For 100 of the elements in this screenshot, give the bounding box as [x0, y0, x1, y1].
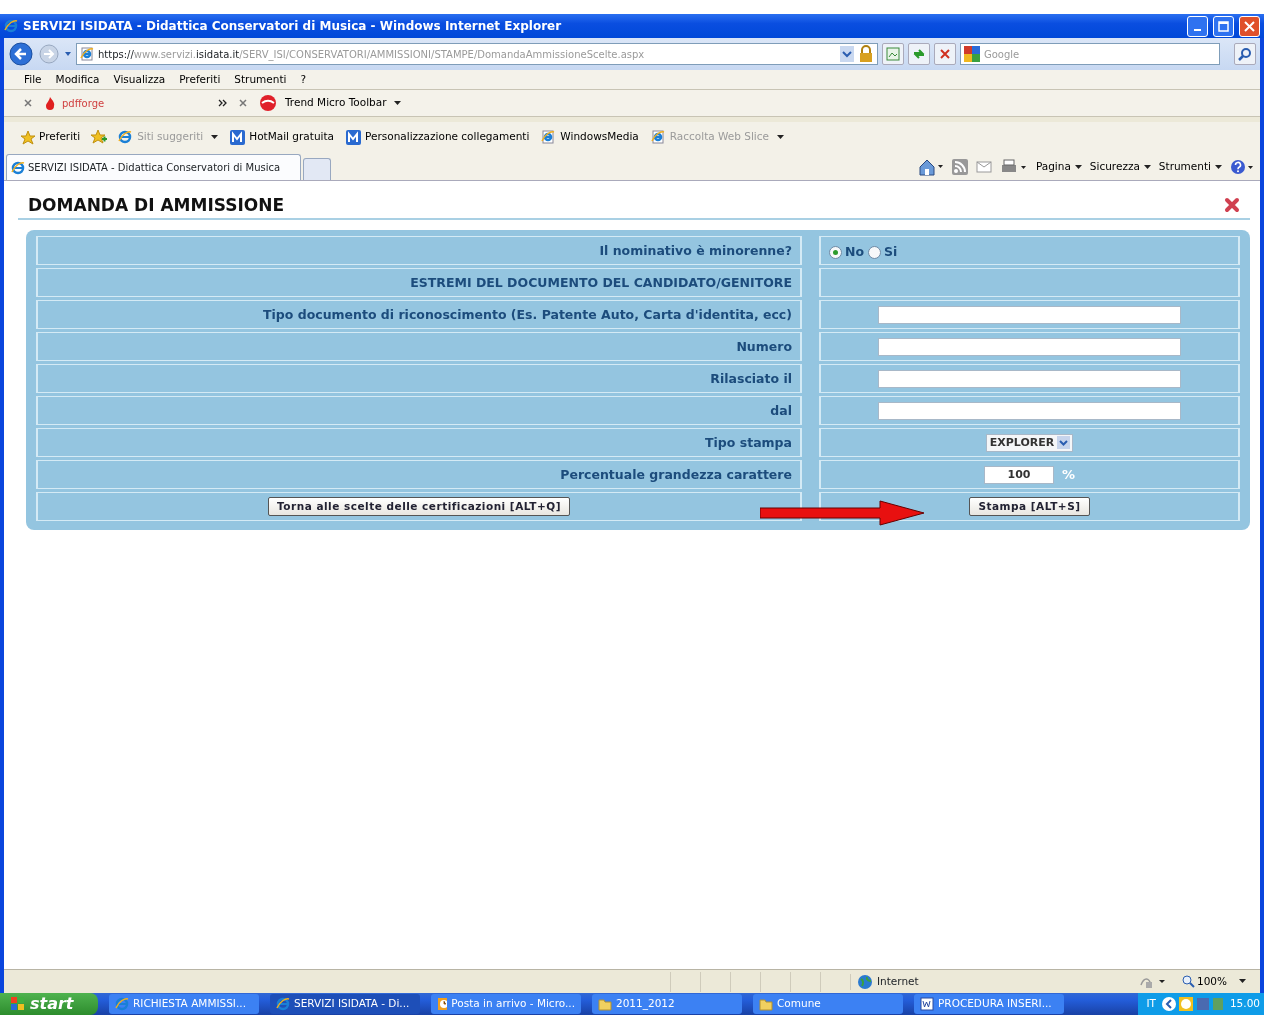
- dropdown-icon[interactable]: [64, 50, 72, 58]
- compatibility-button[interactable]: [882, 43, 904, 65]
- address-field[interactable]: https://www.servizi.isidata.it/SERV_ISI/CONSERVATORI/AMMISSIONI/STAMPE/DomandaAmmissioneScelte.aspx: [76, 43, 878, 65]
- tray-icons-drawing[interactable]: [1160, 996, 1225, 1012]
- browser-icon: [4, 19, 18, 33]
- caret-icon: [1215, 164, 1222, 170]
- stop-button[interactable]: [934, 43, 956, 65]
- text-field[interactable]: [878, 401, 1181, 420]
- browser-icon: [11, 160, 25, 175]
- folder-icon: [598, 997, 612, 1011]
- field-label: ESTREMI DEL DOCUMENTO DEL CANDIDATO/GENITORE: [410, 273, 792, 292]
- field-label: Tipo documento di riconoscimento (Es. Patente Auto, Carta d'identita, ecc): [263, 305, 792, 324]
- clock-text: 15.00: [1229, 996, 1260, 1012]
- close-icon[interactable]: [1224, 197, 1240, 214]
- folder-icon: [759, 997, 773, 1011]
- chevron-icon[interactable]: [218, 99, 227, 107]
- page-icon: [80, 47, 94, 61]
- percent-unit: %: [1062, 466, 1075, 485]
- browser-icon: [118, 129, 134, 145]
- favorite-link[interactable]: Preferiti: [18, 129, 83, 145]
- url-text: www.servizi.: [133, 47, 197, 62]
- add-favorite-icon[interactable]: [90, 129, 109, 145]
- command-menu[interactable]: Strumenti: [1158, 159, 1222, 175]
- toolbar-menu-button[interactable]: Trend Micro Toolbar: [283, 95, 404, 111]
- home-icon[interactable]: [917, 158, 944, 176]
- back-button[interactable]: [8, 41, 34, 67]
- m-logo-icon: [230, 129, 246, 145]
- text-field[interactable]: [878, 337, 1181, 356]
- radio-option[interactable]: Si: [868, 242, 898, 262]
- search-icon: [1238, 47, 1252, 61]
- padlock-icon: [858, 45, 874, 63]
- taskbar-button[interactable]: Comune: [753, 994, 903, 1014]
- caret-icon: [1057, 436, 1071, 450]
- caret-icon: [777, 134, 784, 140]
- taskbar-button[interactable]: PROCEDURA INSERI...: [914, 994, 1064, 1014]
- flame-icon: [44, 96, 56, 110]
- taskbar-button[interactable]: Posta in arrivo - Micro...: [431, 994, 581, 1014]
- minimize-button[interactable]: [1187, 15, 1208, 37]
- printer-icon[interactable]: [999, 159, 1028, 175]
- dropdown-icon[interactable]: [840, 46, 854, 62]
- favorite-link[interactable]: WindowsMedia: [539, 129, 641, 145]
- favorite-link[interactable]: Personalizzazione collegamenti: [344, 129, 532, 145]
- page-icon: [886, 47, 900, 61]
- back-to-certifications-button[interactable]: Torna alle scelte delle certificazioni [ALT+Q]: [268, 497, 570, 517]
- url-text: isidata.it: [196, 47, 240, 60]
- taskbar-button[interactable]: RICHIESTA AMMISSI...: [109, 994, 259, 1014]
- arrows-icon: [912, 47, 926, 61]
- field-label: dal: [770, 401, 792, 420]
- search-provider-icon: [964, 46, 980, 62]
- field-label: Rilasciato il: [710, 369, 792, 388]
- forward-button[interactable]: [38, 43, 60, 65]
- menu-item[interactable]: Modifica: [49, 71, 106, 88]
- menu-item[interactable]: File: [18, 71, 48, 88]
- browser-tab[interactable]: SERVIZI ISIDATA - Didattica Conservatori di Musica: [6, 154, 301, 180]
- help-icon[interactable]: [1230, 159, 1254, 175]
- menu-item[interactable]: Strumenti: [228, 71, 293, 88]
- close-button[interactable]: [1239, 15, 1260, 37]
- refresh-button[interactable]: [908, 43, 930, 65]
- text-field[interactable]: [878, 369, 1181, 388]
- print-button[interactable]: Stampa [ALT+S]: [969, 497, 1090, 517]
- percent-field[interactable]: 100: [984, 465, 1054, 484]
- star-icon: [20, 129, 35, 145]
- zoom-button[interactable]: 100%: [1181, 973, 1246, 990]
- taskbar-button[interactable]: SERVIZI ISIDATA - Di...: [270, 994, 420, 1014]
- field-label: Il nominativo è minorenne?: [599, 241, 792, 260]
- command-menu[interactable]: Sicurezza: [1089, 159, 1151, 175]
- caret-icon: [1239, 979, 1246, 984]
- magnifier-icon: [1181, 975, 1195, 988]
- windows-logo-icon: [10, 996, 26, 1012]
- maximize-button[interactable]: [1213, 15, 1234, 37]
- radio-option[interactable]: No: [829, 242, 865, 262]
- caret-icon: [1074, 164, 1082, 170]
- field-label: Tipo stampa: [705, 433, 792, 452]
- browser-icon: [276, 997, 290, 1011]
- security-zone-text: Internet: [876, 973, 919, 989]
- clock-icon: [437, 997, 448, 1011]
- page-icon: [541, 129, 557, 145]
- url-text: https://: [98, 47, 134, 62]
- maximize-icon: [1218, 20, 1229, 32]
- print-type-dropdown[interactable]: EXPLORER: [985, 433, 1074, 452]
- menu-item[interactable]: ?: [294, 71, 313, 88]
- globe-icon: [856, 973, 873, 990]
- caret-icon: [211, 134, 219, 140]
- close-icon: [1244, 20, 1255, 32]
- document-icon: [920, 997, 934, 1011]
- window-title: SERVIZI ISIDATA - Didattica Conservatori di Musica - Windows Internet Explorer: [23, 18, 562, 35]
- url-text: /SERV_ISI/CONSERVATORI/AMMISSIONI/STAMPE/DomandaAmmissioneScelte.aspx: [239, 47, 645, 62]
- caret-icon: [1143, 164, 1151, 170]
- text-field[interactable]: [878, 305, 1181, 324]
- menu-item[interactable]: Preferiti: [173, 71, 227, 88]
- feed-icon[interactable]: [951, 159, 968, 175]
- search-button[interactable]: [1234, 43, 1256, 65]
- search-box[interactable]: Google: [960, 43, 1220, 65]
- minimize-icon: [1194, 29, 1201, 31]
- menu-item[interactable]: Visualizza: [107, 71, 172, 88]
- favorite-link[interactable]: HotMail gratuita: [228, 129, 337, 145]
- toolbar-logo-text: pdfforge: [62, 96, 106, 111]
- mail-icon[interactable]: [975, 161, 992, 173]
- taskbar-button[interactable]: 2011_2012: [592, 994, 742, 1014]
- command-menu[interactable]: Pagina: [1035, 159, 1082, 175]
